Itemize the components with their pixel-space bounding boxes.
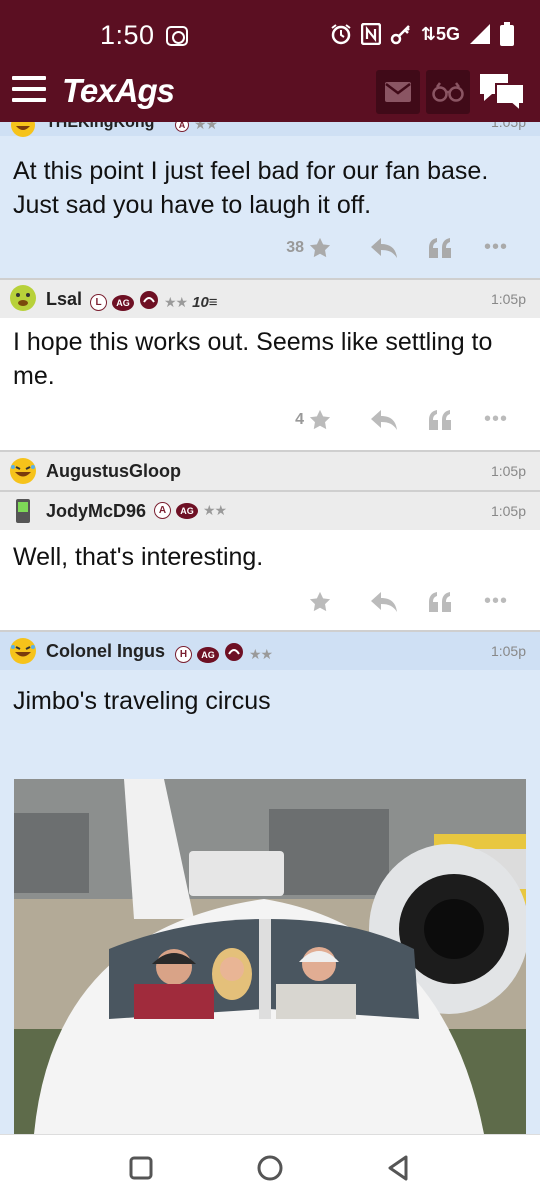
post-header: THEKingKong A ★★ 1:05p	[0, 122, 540, 137]
system-nav-bar	[0, 1134, 540, 1200]
post-image[interactable]	[14, 779, 526, 1134]
battery-icon	[500, 22, 514, 46]
post-time: 1:05p	[490, 291, 526, 307]
more-icon[interactable]: •••	[476, 408, 516, 431]
status-icons: ⇅5G	[330, 22, 514, 46]
user-badges: H AG ★★	[175, 642, 273, 667]
status-time: 1:50	[100, 20, 155, 50]
signal-icon	[470, 24, 490, 44]
menu-icon[interactable]	[12, 76, 46, 104]
star-count: 4	[295, 410, 304, 428]
post-item: JodyMcD96 A AG ★★ 1:05p Well, that's int…	[0, 492, 540, 630]
post-actions: 4 •••	[295, 408, 516, 431]
quote-icon[interactable]	[420, 237, 460, 258]
post-time: 1:05p	[490, 643, 526, 659]
tenth-man-badge: 10≡	[192, 294, 218, 311]
ag-badge: AG	[197, 646, 219, 663]
mail-icon	[385, 82, 411, 102]
star-icon[interactable]	[306, 409, 334, 431]
watchlist-button[interactable]	[426, 70, 470, 114]
post-header: Colonel Ingus H AG ★★ 1:05p	[0, 632, 540, 670]
texags-logo[interactable]: TexAgs	[62, 72, 175, 110]
nfc-icon	[360, 23, 381, 45]
user-badges: A AG ★★	[154, 502, 227, 519]
user-badges: L AG ★★ 10≡	[90, 290, 218, 315]
ag-badge: AG	[176, 502, 198, 519]
post-body: Jimbo's traveling circus	[13, 687, 271, 715]
post-header: JodyMcD96 A AG ★★ 1:05p	[0, 492, 540, 530]
post-username[interactable]: AugustusGloop	[46, 461, 181, 482]
network-type: 5G	[435, 23, 460, 44]
back-icon[interactable]	[384, 1153, 414, 1183]
post-item: Lsal L AG ★★ 10≡ 1:05p I hope this works…	[0, 280, 540, 450]
mail-button[interactable]	[376, 70, 420, 114]
stars-badge: ★★	[194, 122, 218, 132]
reveille-badge-icon	[139, 290, 159, 315]
chat-icon[interactable]	[478, 72, 526, 112]
screenshot-icon	[166, 26, 188, 46]
user-badges: A ★★	[175, 122, 218, 133]
post-username[interactable]: Lsal	[46, 289, 82, 310]
app-header: TexAgs	[0, 62, 540, 122]
thread-feed[interactable]: THEKingKong A ★★ 1:05p At this point I j…	[0, 122, 540, 1134]
more-icon[interactable]: •••	[476, 236, 516, 259]
star-icon[interactable]	[306, 591, 334, 613]
post-time: 1:05p	[490, 503, 526, 519]
reveille-badge-icon	[224, 642, 244, 667]
recents-icon[interactable]	[126, 1153, 156, 1183]
reply-icon[interactable]	[354, 409, 414, 430]
post-time: 1:05p	[490, 122, 526, 130]
post-username[interactable]: THEKingKong	[46, 122, 154, 132]
ag-badge: AG	[112, 294, 134, 311]
post-actions: •••	[304, 590, 516, 613]
rank-badge: A	[154, 502, 171, 519]
post-body: At this point I just feel bad for our fa…	[13, 157, 489, 219]
post-header: Lsal L AG ★★ 10≡ 1:05p	[0, 280, 540, 318]
post-item-collapsed[interactable]: AugustusGloop 1:05p	[0, 452, 540, 490]
rank-badge: L	[90, 294, 107, 311]
more-icon[interactable]: •••	[476, 590, 516, 613]
post-actions: 38 •••	[286, 236, 516, 259]
rank-badge: H	[175, 646, 192, 663]
post-username[interactable]: JodyMcD96	[46, 501, 146, 522]
post-body: I hope this works out. Seems like settli…	[13, 328, 493, 390]
post-body: Well, that's interesting.	[13, 543, 264, 571]
stars-badge: ★★	[203, 502, 227, 518]
stars-badge: ★★	[249, 646, 273, 662]
post-username[interactable]: Colonel Ingus	[46, 641, 165, 662]
rank-badge: A	[175, 122, 189, 132]
reply-icon[interactable]	[354, 591, 414, 612]
nauseated-emoji-avatar	[8, 283, 38, 313]
star-icon[interactable]	[306, 237, 334, 259]
key-icon	[390, 25, 410, 45]
home-icon[interactable]	[255, 1153, 285, 1183]
data-arrows-icon: ⇅5G	[420, 23, 460, 44]
quote-icon[interactable]	[420, 591, 460, 612]
quote-icon[interactable]	[420, 409, 460, 430]
laughing-emoji-avatar	[8, 122, 38, 140]
laughing-emoji-avatar	[8, 456, 38, 486]
reply-icon[interactable]	[354, 237, 414, 258]
stars-badge: ★★	[164, 294, 188, 310]
star-count: 38	[286, 238, 304, 256]
post-item: THEKingKong A ★★ 1:05p At this point I j…	[0, 122, 540, 279]
status-bar: 1:50 ⇅5G	[0, 0, 540, 62]
laughing-emoji-avatar	[8, 636, 38, 666]
post-time: 1:05p	[490, 463, 526, 479]
phone-emoji-avatar	[8, 496, 38, 526]
binoculars-icon	[432, 82, 464, 102]
alarm-icon	[331, 24, 351, 45]
